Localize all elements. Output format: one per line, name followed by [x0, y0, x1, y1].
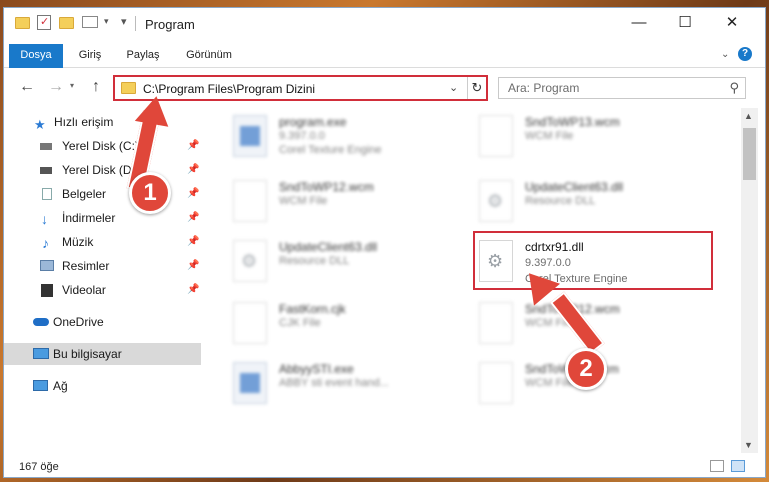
music-icon: ♪: [42, 235, 49, 251]
title-bar: ✓ ▾ ▾ Program — ☐ ✕: [4, 8, 765, 40]
sidebar-item-network[interactable]: Ağ: [4, 375, 201, 397]
tab-paylas[interactable]: Paylaş: [121, 44, 165, 68]
tab-giris[interactable]: Giriş: [70, 44, 110, 68]
folder-icon: [15, 17, 30, 29]
folder-icon: [121, 82, 136, 94]
exe-file-icon: [233, 115, 267, 157]
search-placeholder: Ara: Program: [508, 81, 580, 95]
pictures-icon: [40, 260, 54, 271]
new-folder-icon[interactable]: [59, 17, 74, 29]
explorer-window: ✓ ▾ ▾ Program — ☐ ✕ Dosya Giriş Paylaş G…: [3, 7, 766, 478]
sidebar-item-local-disk-c[interactable]: Yerel Disk (C:) 📌: [4, 135, 201, 157]
up-button[interactable]: ↑: [92, 78, 100, 96]
scroll-up-icon[interactable]: ▲: [744, 111, 753, 121]
forward-button[interactable]: →: [48, 78, 64, 96]
list-item[interactable]: program.exe 9.397.0.0 Corel Texture Engi…: [233, 113, 463, 163]
videos-icon: [41, 284, 53, 297]
sidebar-item-pictures[interactable]: Resimler 📌: [4, 255, 201, 277]
search-icon: ⚲: [729, 80, 739, 95]
annotation-badge-2: 2: [565, 348, 607, 390]
close-button[interactable]: ✕: [709, 8, 755, 38]
divider: [135, 16, 136, 31]
tiles-view-icon[interactable]: [731, 460, 745, 472]
list-item[interactable]: UpdateClient63.dll Resource DLL: [479, 178, 709, 228]
back-button[interactable]: ←: [19, 78, 35, 96]
sidebar-item-this-pc[interactable]: Bu bilgisayar: [4, 343, 201, 365]
list-item[interactable]: SndToWP12.wcm WCM File: [233, 178, 463, 228]
address-path[interactable]: C:\Program Files\Program Dizini: [143, 82, 315, 96]
minimize-button[interactable]: —: [616, 8, 662, 38]
drive-icon: [40, 167, 52, 174]
pin-icon[interactable]: 📌: [187, 255, 199, 277]
drive-icon: [40, 143, 52, 150]
annotation-arrowhead-1: [134, 93, 174, 127]
window-title: Program: [145, 17, 195, 32]
download-icon: ↓: [41, 211, 48, 227]
documents-icon: [42, 188, 52, 200]
item-count: 167 öğe: [19, 461, 59, 473]
sidebar-item-local-disk-d[interactable]: Yerel Disk (D:) 📌: [4, 159, 201, 181]
cloud-icon: [33, 318, 49, 326]
search-input[interactable]: Ara: Program ⚲: [498, 77, 746, 99]
customize-quick-access-icon[interactable]: ▾: [121, 15, 127, 28]
network-icon: [33, 380, 48, 391]
ribbon-expand-icon[interactable]: ⌄: [721, 49, 729, 60]
list-item[interactable]: SndToWP13.wcm WCM File: [479, 113, 709, 163]
scroll-down-icon[interactable]: ▼: [744, 440, 753, 450]
chevron-down-icon[interactable]: ⌄: [449, 81, 458, 94]
address-bar[interactable]: C:\Program Files\Program Dizini ⌄ ↻: [113, 75, 488, 101]
pin-icon[interactable]: 📌: [187, 183, 199, 205]
annotation-badge-1: 1: [129, 172, 171, 214]
sidebar-item-music[interactable]: ♪ Müzik 📌: [4, 231, 201, 253]
pin-icon[interactable]: 📌: [187, 279, 199, 301]
star-icon: ★: [34, 117, 46, 132]
document-file-icon: [479, 302, 513, 344]
view-menu-icon[interactable]: [82, 16, 98, 28]
tab-dosya[interactable]: Dosya: [9, 44, 63, 68]
sidebar-item-downloads[interactable]: ↓ İndirmeler 📌: [4, 207, 201, 229]
list-item[interactable]: AbbyySTI.exe ABBY sti event hand...: [233, 360, 463, 410]
ribbon-tabs: Dosya Giriş Paylaş Görünüm ⌄ ?: [4, 40, 765, 68]
dll-gear-icon: [233, 240, 267, 282]
pin-icon[interactable]: 📌: [187, 231, 199, 253]
exe-file-icon: [233, 362, 267, 404]
tab-gorunum[interactable]: Görünüm: [179, 44, 239, 68]
sidebar-item-videos[interactable]: Videolar 📌: [4, 279, 201, 301]
list-item[interactable]: UpdateClient63.dll Resource DLL: [233, 238, 463, 288]
status-bar: 167 öğe: [4, 456, 765, 477]
list-item[interactable]: FastKorn.cjk CJK File: [233, 300, 463, 350]
dll-gear-icon: [479, 180, 513, 222]
help-icon[interactable]: ?: [738, 47, 752, 61]
scroll-thumb[interactable]: [743, 128, 756, 180]
sidebar-item-documents[interactable]: Belgeler 📌: [4, 183, 201, 205]
qa-dropdown-icon[interactable]: ▾: [104, 16, 109, 27]
computer-icon: [33, 348, 49, 359]
sidebar-item-onedrive[interactable]: OneDrive: [4, 311, 201, 333]
vertical-scrollbar[interactable]: ▲ ▼: [741, 108, 758, 453]
details-view-icon[interactable]: [710, 460, 724, 472]
maximize-button[interactable]: ☐: [662, 8, 708, 38]
pin-icon[interactable]: 📌: [187, 135, 199, 157]
pin-icon[interactable]: 📌: [187, 207, 199, 229]
pin-icon[interactable]: 📌: [187, 159, 199, 181]
navigation-bar: ← → ▾ ↑ C:\Program Files\Program Dizini …: [4, 70, 765, 104]
sidebar-item-quick-access[interactable]: ★ Hızlı erişim: [4, 111, 201, 133]
document-file-icon: [233, 302, 267, 344]
navigation-pane: ★ Hızlı erişim Yerel Disk (C:) 📌 Yerel D…: [4, 108, 201, 456]
properties-icon[interactable]: ✓: [37, 15, 51, 30]
document-file-icon: [479, 362, 513, 404]
highlight-box: [473, 231, 713, 290]
document-file-icon: [233, 180, 267, 222]
recent-locations-icon[interactable]: ▾: [70, 81, 74, 90]
document-file-icon: [479, 115, 513, 157]
refresh-icon[interactable]: ↻: [467, 77, 486, 99]
